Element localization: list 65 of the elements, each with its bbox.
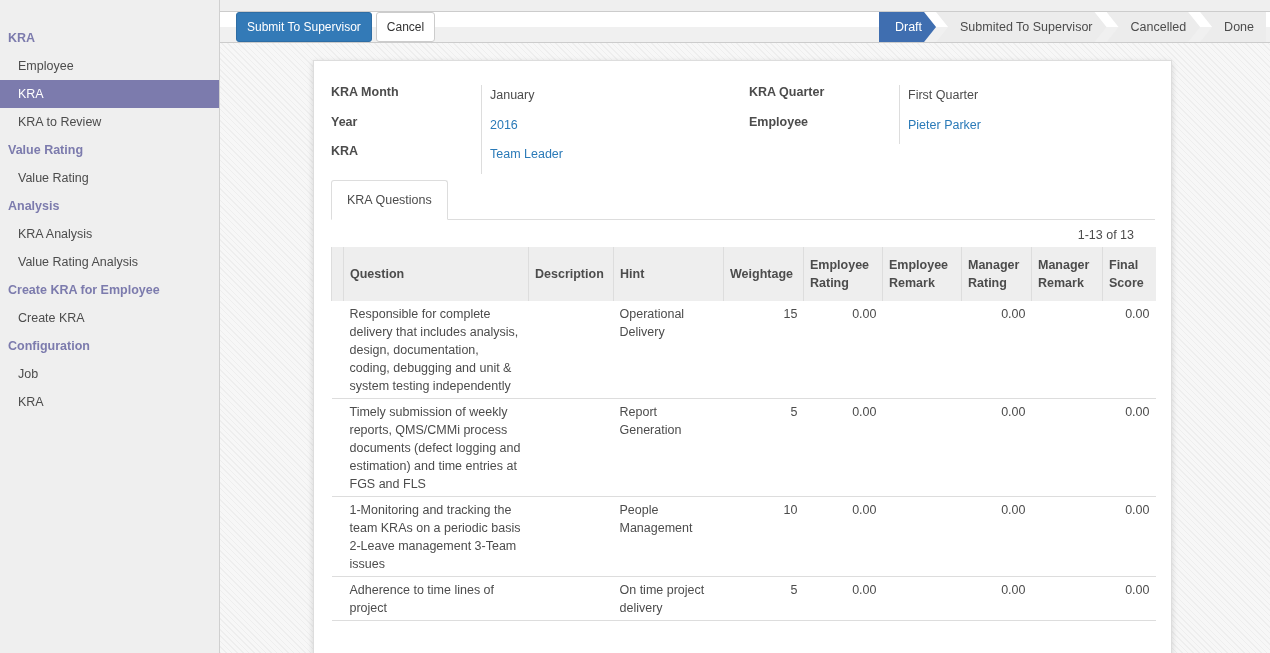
table-cell: 0.00	[803, 496, 883, 576]
field-label: Employee	[749, 114, 810, 131]
sidebar-item[interactable]: KRA	[0, 80, 219, 108]
sidebar-item[interactable]: Value Rating Analysis	[0, 248, 219, 276]
table-cell: Operational Delivery	[613, 300, 724, 398]
table-cell: 0.00	[1102, 496, 1156, 576]
field-value: First Quarter	[899, 85, 1155, 115]
table-cell: 0.00	[961, 300, 1032, 398]
table-cell: 0.00	[803, 398, 883, 496]
status-stage[interactable]: Done	[1200, 12, 1266, 42]
column-header[interactable]: Description	[528, 246, 614, 301]
table-cell: 0.00	[961, 398, 1032, 496]
table-cell: 0.00	[961, 496, 1032, 576]
sidebar-item[interactable]: Employee	[0, 52, 219, 80]
table-cell: 0.00	[1102, 300, 1156, 398]
table-cell: 0.00	[1102, 398, 1156, 496]
table-cell: 0.00	[803, 576, 883, 620]
field-label: KRA	[331, 144, 360, 160]
field-label: KRA Quarter	[749, 85, 826, 101]
table-cell: 15	[723, 300, 804, 398]
tab[interactable]: KRA Questions	[331, 179, 448, 220]
field-label: Year	[331, 114, 359, 131]
field-link[interactable]: Pieter Parker	[899, 114, 1155, 144]
sidebar-item[interactable]: KRA Analysis	[0, 220, 219, 248]
table-cell: 0.00	[1102, 576, 1156, 620]
sidebar-section-title: Value Rating	[7, 142, 85, 159]
sidebar-item[interactable]: Job	[0, 360, 219, 388]
table-cell: On time project delivery	[613, 576, 724, 620]
sidebar-item[interactable]: KRA	[0, 388, 219, 416]
column-header[interactable]: Hint	[613, 246, 724, 301]
status-stage[interactable]: Draft	[878, 12, 937, 42]
sidebar-section-title: Configuration	[7, 338, 91, 355]
sidebar-section-title: Analysis	[7, 198, 61, 215]
field-link[interactable]: 2016	[481, 114, 749, 144]
table-cell: Responsible for complete delivery that includes analysis, design, documentation, coding, debugging and unit & system testing independently	[343, 300, 529, 398]
column-header[interactable]: Employee Remark	[882, 246, 962, 301]
sidebar-section-title: KRA	[7, 30, 37, 47]
pager-text: 1-13 of 13	[1077, 227, 1134, 242]
table-cell: 10	[723, 496, 804, 576]
table-cell: 5	[723, 398, 804, 496]
table-cell: 0.00	[803, 300, 883, 398]
sidebar-item[interactable]: Value Rating	[0, 164, 219, 192]
field-value: January	[481, 85, 749, 115]
column-header[interactable]: Manager Rating	[961, 246, 1032, 301]
cancel-button[interactable]: Cancel	[375, 12, 436, 42]
sidebar-item[interactable]: KRA to Review	[0, 108, 219, 136]
table-cell: Timely submission of weekly reports, QMS/CMMi process documents (defect logging and estimation) and time entries at FGS and FLS	[343, 398, 529, 496]
table-cell: Report Generation	[613, 398, 724, 496]
table-cell: 0.00	[961, 576, 1032, 620]
column-header[interactable]: Final Score	[1102, 246, 1156, 301]
column-header[interactable]: Question	[343, 246, 529, 301]
column-header[interactable]: Employee Rating	[803, 246, 883, 301]
column-header[interactable]: Weightage	[723, 246, 804, 301]
field-link[interactable]: Team Leader	[481, 144, 749, 174]
sidebar-section-title: Create KRA for Employee	[7, 282, 161, 299]
table-cell: People Management	[613, 496, 724, 576]
sidebar-item[interactable]: Create KRA	[0, 304, 219, 332]
status-stage[interactable]: Cancelled	[1106, 12, 1201, 42]
table-cell: 1-Monitoring and tracking the team KRAs on a periodic basis 2-Leave management 3-Team issues	[343, 496, 529, 576]
submit-button[interactable]: Submit To Supervisor	[236, 12, 372, 42]
table-cell: Adherence to time lines of project	[343, 576, 529, 620]
table-cell: 5	[723, 576, 804, 620]
column-header[interactable]: Manager Remark	[1031, 246, 1103, 301]
field-label: KRA Month	[331, 85, 400, 101]
status-stage[interactable]: Submited To Supervisor	[936, 12, 1107, 42]
